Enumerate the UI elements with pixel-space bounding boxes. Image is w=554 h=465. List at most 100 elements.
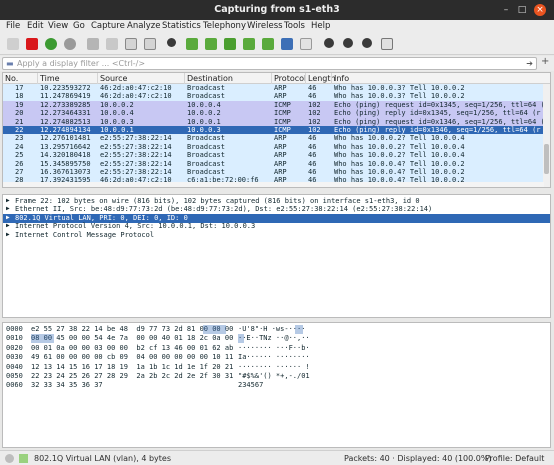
ascii-values[interactable]: "#$%&'() *+,-./01 (238, 372, 310, 380)
hex-values[interactable]: 00 01 0a 00 00 03 00 00 b2 cf 13 46 00 0… (31, 344, 233, 352)
apply-filter-icon[interactable]: ➔ (526, 59, 533, 68)
menu-help[interactable]: Help (311, 21, 330, 31)
open-file-icon[interactable] (85, 36, 101, 52)
reload-file-icon[interactable] (142, 36, 158, 52)
cell-length: 102 (308, 109, 321, 118)
hex-offset: 0030 (6, 353, 23, 362)
scrollbar-thumb[interactable] (544, 144, 549, 174)
go-back-icon[interactable] (184, 36, 200, 52)
ascii-values[interactable]: Ia······ ········ (238, 353, 310, 361)
col-no[interactable]: No. (5, 74, 18, 83)
status-profile[interactable]: Profile: Default (485, 454, 544, 463)
cell-time: 14.320180418 (40, 151, 91, 160)
expand-arrow-icon[interactable]: ▶ (6, 214, 10, 221)
cell-destination: Broadcast (187, 92, 225, 101)
col-destination[interactable]: Destination (187, 74, 233, 83)
ascii-values[interactable]: ········ ······ ! (238, 363, 310, 371)
colorize-icon[interactable] (298, 36, 314, 52)
menu-file[interactable]: File (6, 21, 20, 31)
menu-tools[interactable]: Tools (284, 21, 305, 31)
find-packet-icon[interactable] (165, 36, 181, 52)
cell-length: 46 (308, 159, 317, 168)
menu-statistics[interactable]: Statistics (162, 21, 201, 31)
byte-selection-highlight (203, 325, 216, 334)
restart-capture-icon[interactable] (43, 36, 59, 52)
col-info[interactable]: Info (334, 74, 349, 83)
menu-capture[interactable]: Capture (91, 21, 125, 31)
cell-source: e2:55:27:38:22:14 (100, 168, 172, 176)
cell-protocol: ICMP (274, 117, 291, 126)
hex-values[interactable]: 12 13 14 15 16 17 18 19 1a 1b 1c 1d 1e 1… (31, 363, 233, 371)
stop-capture-icon[interactable] (24, 36, 40, 52)
cell-time: 12.273389285 (40, 100, 91, 109)
menu-analyze[interactable]: Analyze (127, 21, 161, 31)
menu-view[interactable]: View (48, 21, 68, 31)
col-source[interactable]: Source (100, 74, 127, 83)
hex-values[interactable]: 22 23 24 25 26 27 28 29 2a 2b 2c 2d 2e 2… (31, 372, 233, 380)
menu-edit[interactable]: Edit (27, 21, 43, 31)
capture-options-icon[interactable] (62, 36, 78, 52)
resize-columns-icon[interactable] (379, 36, 395, 52)
hex-values[interactable]: 08 00 45 00 00 54 4e 7a 00 00 40 01 18 2… (31, 334, 233, 342)
expand-arrow-icon[interactable]: ▶ (6, 205, 10, 212)
packet-list-scrollbar[interactable] (543, 84, 550, 187)
zoom-normal-icon[interactable] (360, 36, 376, 52)
minimize-icon[interactable]: – (500, 4, 512, 16)
menu-wireless[interactable]: Wireless (247, 21, 283, 31)
hex-values[interactable]: 49 61 00 00 00 00 cb 09 04 00 00 00 00 0… (31, 353, 233, 361)
ascii-values[interactable]: ········ ···F··b· (238, 344, 310, 352)
save-file-icon[interactable] (104, 36, 120, 52)
cell-no: 22 (15, 126, 24, 134)
title-bar: Capturing from s1-eth3 – □ × (0, 0, 554, 20)
filter-placeholder: Apply a display filter ... <Ctrl-/> (17, 59, 146, 68)
cell-protocol: ICMP (274, 109, 291, 118)
cell-source: e2:55:27:38:22:14 (100, 134, 172, 143)
menu-go[interactable]: Go (73, 21, 85, 31)
cell-destination: Broadcast (187, 151, 225, 160)
col-protocol[interactable]: Protocol (274, 74, 306, 83)
bookmark-icon[interactable]: ▬ (6, 59, 14, 68)
packet-list-header: No. Time Source Destination Protocol Len… (3, 73, 550, 84)
hex-offset: 0020 (6, 343, 23, 352)
details-tree-label: Frame 22: 102 bytes on wire (816 bits), … (15, 197, 420, 205)
cell-destination: 10.0.0.1 (187, 117, 221, 126)
zoom-in-icon[interactable] (322, 36, 338, 52)
expand-arrow-icon[interactable]: ▶ (6, 231, 10, 238)
cell-info: Who has 10.0.0.2? Tell 10.0.0.4 (334, 151, 465, 160)
capture-comment-icon[interactable] (19, 454, 28, 463)
go-to-packet-icon[interactable] (222, 36, 238, 52)
go-forward-icon[interactable] (203, 36, 219, 52)
menu-telephony[interactable]: Telephony (203, 21, 246, 31)
close-file-icon[interactable] (123, 36, 139, 52)
shark-fin-start-icon[interactable] (5, 36, 21, 52)
ascii-values[interactable]: ··E··TNz ··@··,·· (238, 334, 310, 342)
maximize-icon[interactable]: □ (516, 4, 528, 16)
packet-list-hscrollbar[interactable] (3, 182, 544, 187)
byte-selection-highlight (216, 325, 226, 334)
cell-protocol: ARP (274, 84, 287, 92)
cell-no: 18 (15, 92, 24, 101)
zoom-out-icon[interactable] (341, 36, 357, 52)
display-filter-input[interactable]: ▬ Apply a display filter ... <Ctrl-/> ➔ (2, 57, 537, 70)
ascii-values[interactable]: 234567 (238, 381, 263, 389)
col-time[interactable]: Time (40, 74, 60, 83)
expand-arrow-icon[interactable]: ▶ (6, 197, 10, 204)
status-bar: 802.1Q Virtual LAN (vlan), 4 bytes Packe… (0, 450, 554, 465)
cell-time: 11.247869419 (40, 92, 91, 101)
cell-protocol: ARP (274, 134, 287, 143)
details-tree-item[interactable]: ▶ Internet Control Message Protocol (3, 231, 550, 240)
status-packet-count: Packets: 40 · Displayed: 40 (100.0%) (344, 454, 492, 463)
expand-arrow-icon[interactable]: ▶ (6, 222, 10, 229)
cell-source: 10.0.0.2 (100, 100, 134, 109)
go-last-icon[interactable] (260, 36, 276, 52)
add-filter-button[interactable]: + (541, 56, 549, 67)
cell-no: 24 (15, 142, 24, 151)
hex-values[interactable]: 32 33 34 35 36 37 (31, 381, 103, 389)
close-icon[interactable]: × (534, 4, 546, 16)
hex-row[interactable]: 0060 32 33 34 35 36 37 234567 (3, 381, 550, 391)
expert-info-icon[interactable] (5, 454, 14, 463)
cell-destination: 10.0.0.4 (187, 100, 221, 109)
go-first-icon[interactable] (241, 36, 257, 52)
cell-info: Who has 10.0.0.2? Tell 10.0.0.4 (334, 134, 465, 143)
autoscroll-icon[interactable] (279, 36, 295, 52)
